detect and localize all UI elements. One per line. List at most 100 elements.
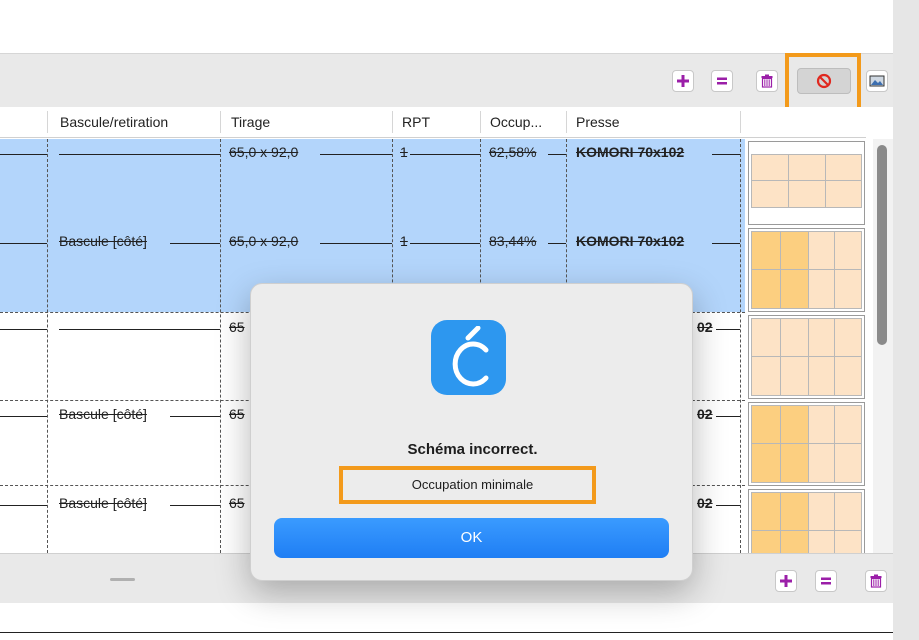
column-header-presse[interactable]: Presse <box>566 107 620 138</box>
cell-occupation: 83,44% <box>489 233 537 249</box>
add-button[interactable] <box>775 570 797 592</box>
thumbnail-cell <box>751 443 781 483</box>
cell-tirage: 65 <box>229 406 245 422</box>
thumbnail-cell <box>808 530 835 553</box>
cell-tirage: 65,0 x 92,0 <box>229 144 299 160</box>
thumbnail-cell <box>788 180 826 208</box>
layout-thumbnail[interactable] <box>748 141 865 225</box>
divider <box>0 632 893 633</box>
thumbnail-cell <box>788 154 826 181</box>
thumbnail-cell <box>751 154 789 181</box>
strike-line <box>0 329 47 330</box>
vertical-scrollbar[interactable] <box>873 139 893 553</box>
strike-line <box>548 243 566 244</box>
cell-rpt: 1 <box>400 233 408 249</box>
thumbnail-cell <box>834 405 862 444</box>
thumbnail-cell <box>808 231 835 270</box>
strike-line <box>59 154 220 155</box>
right-panel <box>893 0 919 640</box>
thumbnail-cell <box>751 269 781 309</box>
dialog-title: Schéma incorrect. <box>407 441 538 458</box>
c-acute-logo-icon <box>452 325 488 386</box>
cell-occupation: 62,58% <box>489 144 537 160</box>
preview-button[interactable] <box>866 70 888 92</box>
dialog-message: Occupation minimale <box>411 477 534 492</box>
duplicate-button[interactable] <box>815 570 837 592</box>
cell-bascule: Bascule [côté] <box>59 495 147 511</box>
cell-rpt: 1 <box>400 144 408 160</box>
strike-line <box>0 416 47 417</box>
cell-tirage: 65 <box>229 495 245 511</box>
thumbnail-cell <box>780 318 809 357</box>
thumbnail-cell <box>751 492 781 531</box>
add-button[interactable] <box>672 70 694 92</box>
layout-thumbnail[interactable] <box>748 228 865 312</box>
scrollbar-thumb[interactable] <box>877 145 887 345</box>
column-divider <box>220 139 221 553</box>
column-divider <box>740 139 741 553</box>
delete-button[interactable] <box>756 70 778 92</box>
strike-line <box>712 154 740 155</box>
app-window: Bascule/retiration Tirage RPT Occup... P… <box>0 0 919 640</box>
column-header-tirage[interactable]: Tirage <box>221 107 270 138</box>
thumbnail-cell <box>808 405 835 444</box>
column-header-bascule[interactable]: Bascule/retiration <box>50 107 168 138</box>
layout-thumbnail[interactable] <box>748 402 865 486</box>
strike-line <box>170 416 220 417</box>
thumbnail-cell <box>751 405 781 444</box>
app-icon <box>431 320 506 395</box>
equals-icon <box>717 77 727 85</box>
collapse-handle[interactable] <box>110 578 135 581</box>
cell-presse: 02 <box>697 495 713 511</box>
thumbnail-cell <box>834 530 862 553</box>
column-header-rpt[interactable]: RPT <box>392 107 430 138</box>
thumbnail-cell <box>780 492 809 531</box>
trash-icon <box>761 74 773 88</box>
cell-presse: KOMORI 70x102 <box>576 144 685 160</box>
plus-icon <box>677 75 689 87</box>
thumbnail-cell <box>834 356 862 396</box>
column-separator <box>740 111 741 133</box>
thumbnail-cell <box>808 318 835 357</box>
cell-presse: 02 <box>697 406 713 422</box>
thumbnail-cell <box>751 530 781 553</box>
strike-line <box>716 505 740 506</box>
column-header-occupation[interactable]: Occup... <box>480 107 542 138</box>
thumbnail-cell <box>780 356 809 396</box>
thumbnail-cell <box>808 492 835 531</box>
layout-thumbnail[interactable] <box>748 489 865 553</box>
strike-line <box>0 154 47 155</box>
duplicate-button[interactable] <box>711 70 733 92</box>
alert-dialog: Schéma incorrect. Occupation minimale OK <box>250 283 693 581</box>
delete-button[interactable] <box>865 570 887 592</box>
thumbnail-cell <box>780 231 809 270</box>
strike-line <box>0 243 47 244</box>
thumbnail-cell <box>834 443 862 483</box>
thumbnail-cell <box>825 180 862 208</box>
thumbnail-cell <box>780 405 809 444</box>
cell-presse: KOMORI 70x102 <box>576 233 685 249</box>
trash-icon <box>870 574 882 588</box>
strike-line <box>548 154 566 155</box>
layout-thumbnail[interactable] <box>748 315 865 399</box>
ok-button[interactable]: OK <box>274 518 669 558</box>
thumbnail-cell <box>834 269 862 309</box>
thumbnail-cell <box>751 318 781 357</box>
thumbnail-cell <box>808 269 835 309</box>
table-header: Bascule/retiration Tirage RPT Occup... P… <box>0 107 866 138</box>
top-toolbar <box>0 53 893 107</box>
strike-line <box>59 329 220 330</box>
strike-line <box>320 154 392 155</box>
thumbnail-cell <box>780 530 809 553</box>
cell-tirage: 65,0 x 92,0 <box>229 233 299 249</box>
thumbnail-cell <box>808 356 835 396</box>
thumbnail-cell <box>780 443 809 483</box>
thumbnail-cell <box>834 231 862 270</box>
strike-line <box>320 243 392 244</box>
thumbnail-cell <box>834 318 862 357</box>
equals-icon <box>821 577 831 585</box>
plus-icon <box>780 575 792 587</box>
column-divider <box>47 139 48 553</box>
thumbnail-cell <box>834 492 862 531</box>
thumbnail-cell <box>825 154 862 181</box>
